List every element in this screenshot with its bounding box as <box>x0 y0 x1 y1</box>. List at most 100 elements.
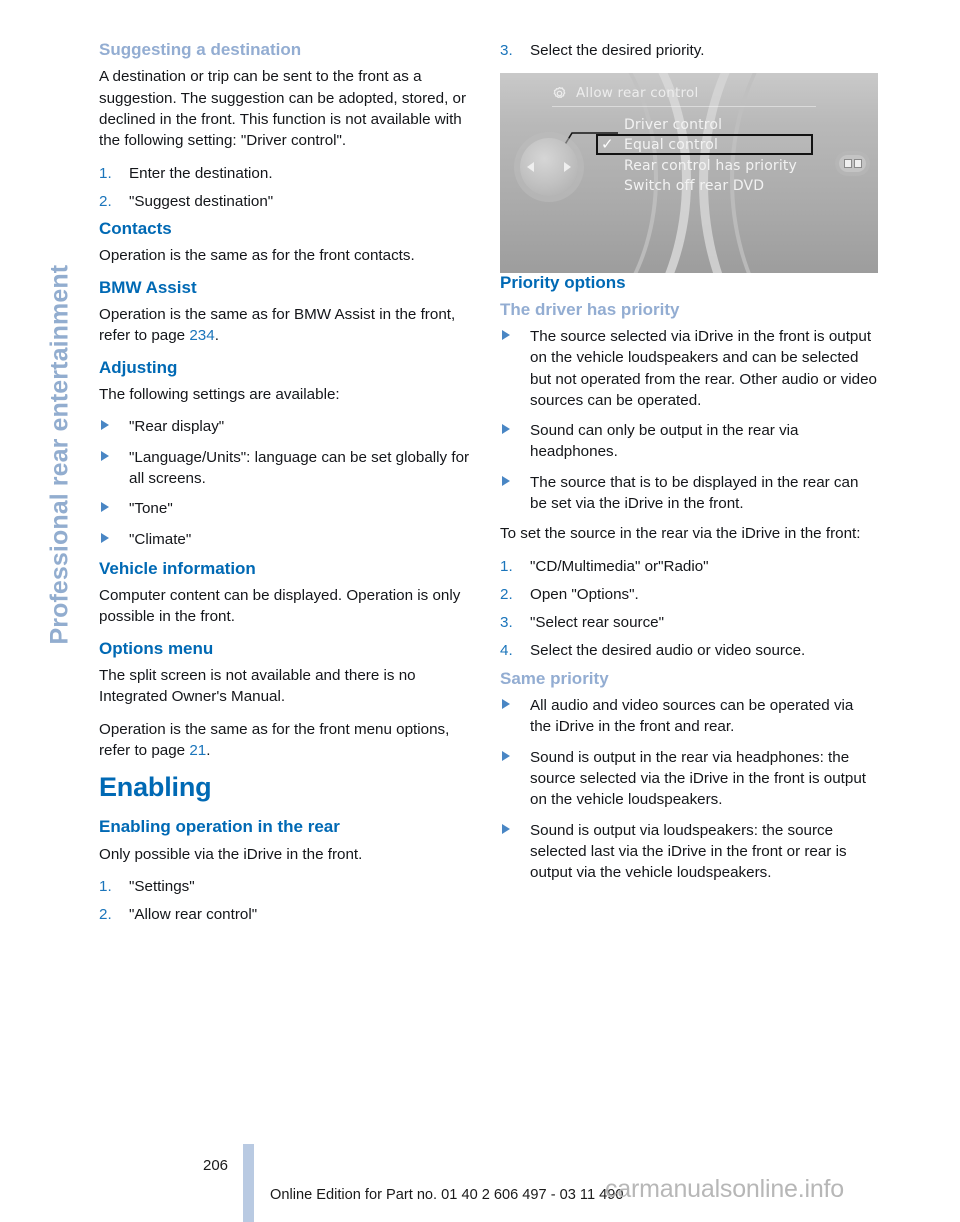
bullet-text: "Climate" <box>129 530 192 548</box>
list-item: The source that is to be displayed in th… <box>500 472 878 515</box>
list-item: 4. Select the desired audio or video sou… <box>500 640 878 661</box>
list-item: 3. Select the desired priority. <box>500 40 878 61</box>
paragraph-options-menu-2: Operation is the same as for the front m… <box>99 719 477 762</box>
bullet-text: Sound can only be output in the rear via… <box>530 422 799 461</box>
triangle-bullet-icon <box>101 420 109 431</box>
idrive-controller-knob-icon[interactable] <box>520 138 578 197</box>
figure-title: Allow rear control <box>576 85 699 102</box>
heading-adjusting: Adjusting <box>99 357 178 377</box>
checkmark-icon: ✓ <box>601 135 614 154</box>
step-number: 4. <box>500 642 513 660</box>
paragraph-adjusting-intro: The following settings are available: <box>99 386 340 404</box>
paragraph-options-menu-1: The split screen is not available and th… <box>99 667 416 706</box>
paragraph-contacts: Operation is the same as for the front c… <box>99 247 415 265</box>
chapter-side-tab-label: Professional rear entertainment <box>45 264 74 645</box>
display-button-icon[interactable] <box>839 155 866 173</box>
steps-set-source: 1. "CD/Multimedia" or"Radio" 2. Open "Op… <box>500 556 878 662</box>
triangle-bullet-icon <box>502 424 510 435</box>
triangle-bullet-icon <box>502 823 510 834</box>
bullet-text: "Tone" <box>129 500 173 518</box>
menu-item-rear-control-has-priority[interactable]: Rear control has priority <box>610 156 840 176</box>
heading-same-priority: Same priority <box>500 668 609 688</box>
knob-arrow-right-icon <box>564 162 571 173</box>
list-item: Sound is output via loudspeakers: the so… <box>500 820 878 884</box>
figure-header: Allow rear control <box>552 81 866 105</box>
left-column: Suggesting a destination A destination o… <box>99 40 477 933</box>
bullets-same-priority: All audio and video sources can be opera… <box>500 695 878 883</box>
list-item: "Rear display" <box>99 416 477 437</box>
page-reference-21[interactable]: 21 <box>189 742 206 759</box>
step-text: Enter the destination. <box>129 164 273 182</box>
heading-the-driver-has-priority: The driver has priority <box>500 299 680 319</box>
figure-header-divider <box>552 106 816 108</box>
list-item: "Language/Units": language can be set gl… <box>99 447 477 490</box>
bullet-text: Sound is output in the rear via headphon… <box>530 748 866 809</box>
manual-page: Professional rear entertainment Suggesti… <box>0 0 960 1222</box>
list-item: 1. Enter the destination. <box>99 163 477 184</box>
list-item: 2. Open "Options". <box>500 584 878 605</box>
step-number: 3. <box>500 42 513 59</box>
page-footer: 206 Online Edition for Part no. 01 40 2 … <box>0 1132 960 1222</box>
step-text: "Suggest destination" <box>129 192 274 210</box>
heading-bmw-assist: BMW Assist <box>99 277 197 297</box>
page-reference-234[interactable]: 234 <box>189 327 214 344</box>
step-number: 2. <box>500 585 513 603</box>
page-number-bar <box>243 1144 254 1222</box>
list-item: 1. "CD/Multimedia" or"Radio" <box>500 556 878 577</box>
step-number: 1. <box>500 557 513 575</box>
list-item: 2. "Suggest destination" <box>99 191 477 212</box>
bullets-driver-priority: The source selected via iDrive in the fr… <box>500 326 878 514</box>
bullet-text: All audio and video sources can be opera… <box>530 697 854 736</box>
step-number: 2. <box>99 906 112 924</box>
list-item: 1. "Settings" <box>99 876 477 897</box>
paragraph-set-source-intro: To set the source in the rear via the iD… <box>500 525 861 543</box>
step-number: 3. <box>500 614 513 632</box>
list-item: "Climate" <box>99 529 477 550</box>
menu-item-switch-off-rear-dvd[interactable]: Switch off rear DVD <box>610 176 840 196</box>
text-before-ref: Operation is the same as for BMW Assist … <box>99 306 456 345</box>
triangle-bullet-icon <box>502 475 510 486</box>
triangle-bullet-icon <box>502 699 510 710</box>
bullet-text: "Language/Units": language can be set gl… <box>129 448 470 487</box>
menu-selection-highlight-box <box>596 134 813 156</box>
triangle-bullet-icon <box>101 450 109 461</box>
list-item: Sound is output in the rear via headphon… <box>500 747 878 811</box>
display-glyph-right <box>853 159 862 169</box>
step-text: Select the desired audio or video source… <box>530 642 806 660</box>
bullet-text: Sound is output via loudspeakers: the so… <box>530 821 847 882</box>
heading-vehicle-information: Vehicle information <box>99 558 256 578</box>
list-item: "Tone" <box>99 498 477 519</box>
site-watermark: carmanualsonline.info <box>605 1175 845 1203</box>
list-item: 3. "Select rear source" <box>500 612 878 633</box>
list-item: All audio and video sources can be opera… <box>500 695 878 738</box>
menu-item-driver-control[interactable]: Driver control <box>610 115 840 135</box>
step-text: "Allow rear control" <box>129 906 258 924</box>
step-text: Open "Options". <box>530 585 639 603</box>
gear-icon <box>553 86 566 98</box>
step-text: "CD/Multimedia" or"Radio" <box>530 557 709 575</box>
triangle-bullet-icon <box>101 502 109 513</box>
heading-suggesting-a-destination: Suggesting a destination <box>99 40 302 59</box>
paragraph-suggesting: A destination or trip can be sent to the… <box>99 68 467 150</box>
step-text: "Select rear source" <box>530 614 665 632</box>
step-text: Select the desired priority. <box>530 42 705 59</box>
paragraph-vehicle-information: Computer content can be displayed. Opera… <box>99 587 461 626</box>
bullets-adjusting: "Rear display" "Language/Units": languag… <box>99 416 477 549</box>
right-column: 3. Select the desired priority. Allow re… <box>500 40 878 892</box>
paragraph-bmw-assist: Operation is the same as for BMW Assist … <box>99 304 477 347</box>
list-item: Sound can only be output in the rear via… <box>500 420 878 463</box>
bullet-text: The source that is to be displayed in th… <box>530 473 859 513</box>
triangle-bullet-icon <box>502 750 510 761</box>
paragraph-enabling: Only possible via the iDrive in the fron… <box>99 845 363 863</box>
heading-contacts: Contacts <box>99 219 172 239</box>
steps-suggesting: 1. Enter the destination. 2. "Suggest de… <box>99 163 477 213</box>
step-text: "Settings" <box>129 877 195 895</box>
edition-line: Online Edition for Part no. 01 40 2 606 … <box>270 1187 624 1203</box>
knob-arrow-left-icon <box>527 162 534 173</box>
bullet-text: "Rear display" <box>129 418 225 436</box>
list-item: 2. "Allow rear control" <box>99 904 477 925</box>
heading-priority-options: Priority options <box>500 273 626 293</box>
display-glyph-left <box>843 159 852 169</box>
heading-options-menu: Options menu <box>99 638 214 658</box>
steps-select-priority: 3. Select the desired priority. <box>500 40 878 61</box>
